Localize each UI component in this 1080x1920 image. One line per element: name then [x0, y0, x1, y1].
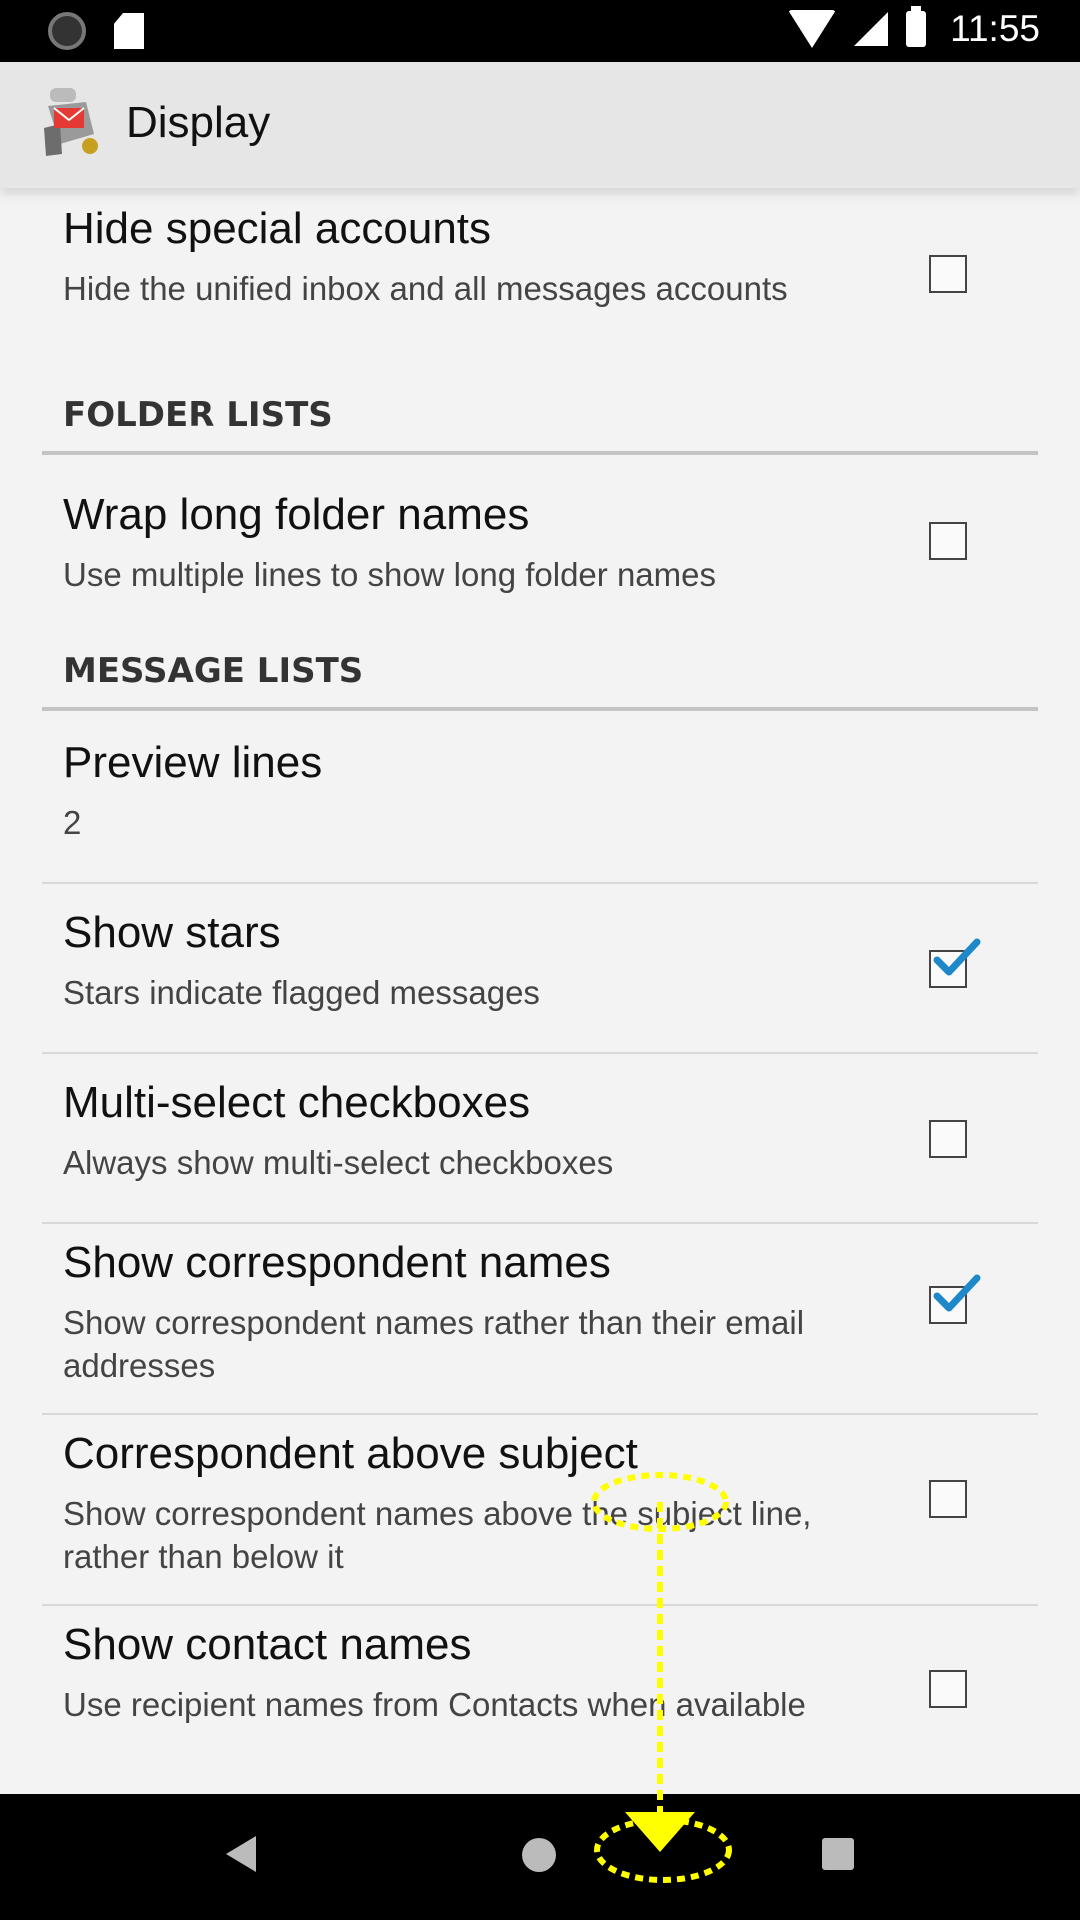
show-stars-checkbox[interactable]	[929, 938, 981, 988]
pref-title: Preview lines	[63, 738, 323, 787]
hide-special-checkbox[interactable]	[929, 255, 967, 293]
section-divider	[42, 451, 1038, 455]
wrap-folder-checkbox[interactable]	[929, 522, 967, 560]
pref-show-contact-names[interactable]: Show contact names Use recipient names f…	[42, 1606, 1038, 1794]
pref-summary: Hide the unified inbox and all messages …	[63, 270, 788, 307]
correspondent-names-checkbox[interactable]	[929, 1274, 981, 1324]
pref-value: 2	[63, 804, 82, 841]
pref-title: Multi-select checkboxes	[63, 1078, 531, 1127]
page-title: Display	[126, 98, 271, 147]
pref-preview-lines[interactable]: Preview lines 2	[42, 712, 1038, 880]
pref-title: Wrap long folder names	[63, 490, 530, 539]
section-header-folder-lists: FOLDER LISTS	[63, 395, 333, 435]
pref-hide-special-accounts[interactable]: Hide special accounts Hide the unified i…	[42, 188, 1038, 368]
pref-summary: Use multiple lines to show long folder n…	[63, 556, 716, 593]
pref-show-stars[interactable]: Show stars Stars indicate flagged messag…	[42, 884, 1038, 1052]
wifi-icon	[788, 10, 837, 48]
pref-summary: Show correspondent names rather than the…	[63, 1304, 805, 1384]
home-icon[interactable]	[522, 1838, 556, 1872]
signal-icon	[854, 12, 889, 46]
status-time: 11:55	[950, 8, 1040, 49]
app-logo-icon	[44, 88, 98, 156]
pref-title: Correspondent above subject	[63, 1429, 638, 1478]
recents-icon[interactable]	[822, 1838, 854, 1870]
pref-wrap-folder-names[interactable]: Wrap long folder names Use multiple line…	[42, 456, 1038, 626]
pref-title: Show stars	[63, 908, 281, 957]
multi-select-checkbox[interactable]	[929, 1120, 967, 1158]
contact-names-checkbox[interactable]	[929, 1670, 967, 1708]
pref-correspondent-names[interactable]: Show correspondent names Show correspond…	[42, 1224, 1038, 1412]
pref-summary: Stars indicate flagged messages	[63, 974, 540, 1011]
navigation-bar	[0, 1794, 1080, 1920]
section-divider	[42, 707, 1038, 711]
pref-multi-select[interactable]: Multi-select checkboxes Always show mult…	[42, 1054, 1038, 1222]
pref-summary: Show correspondent names above the subje…	[63, 1495, 812, 1575]
pref-title: Show correspondent names	[63, 1238, 611, 1287]
section-header-message-lists: MESSAGE LISTS	[63, 651, 364, 691]
checkmark-icon	[933, 938, 981, 976]
correspondent-above-checkbox[interactable]	[929, 1480, 967, 1518]
settings-list[interactable]: Hide special accounts Hide the unified i…	[0, 188, 1080, 1794]
pref-title: Hide special accounts	[63, 204, 492, 253]
pref-title: Show contact names	[63, 1620, 472, 1669]
sd-card-icon	[114, 13, 144, 49]
pref-summary: Always show multi-select checkboxes	[63, 1144, 614, 1181]
back-icon[interactable]	[226, 1836, 256, 1872]
pref-correspondent-above-subject[interactable]: Correspondent above subject Show corresp…	[42, 1415, 1038, 1603]
pref-summary: Use recipient names from Contacts when a…	[63, 1686, 806, 1723]
sync-icon	[48, 12, 86, 50]
checkmark-icon	[933, 1274, 981, 1312]
battery-icon	[906, 6, 927, 47]
status-bar: 11:55	[0, 0, 1080, 62]
app-bar: Display	[0, 62, 1080, 188]
